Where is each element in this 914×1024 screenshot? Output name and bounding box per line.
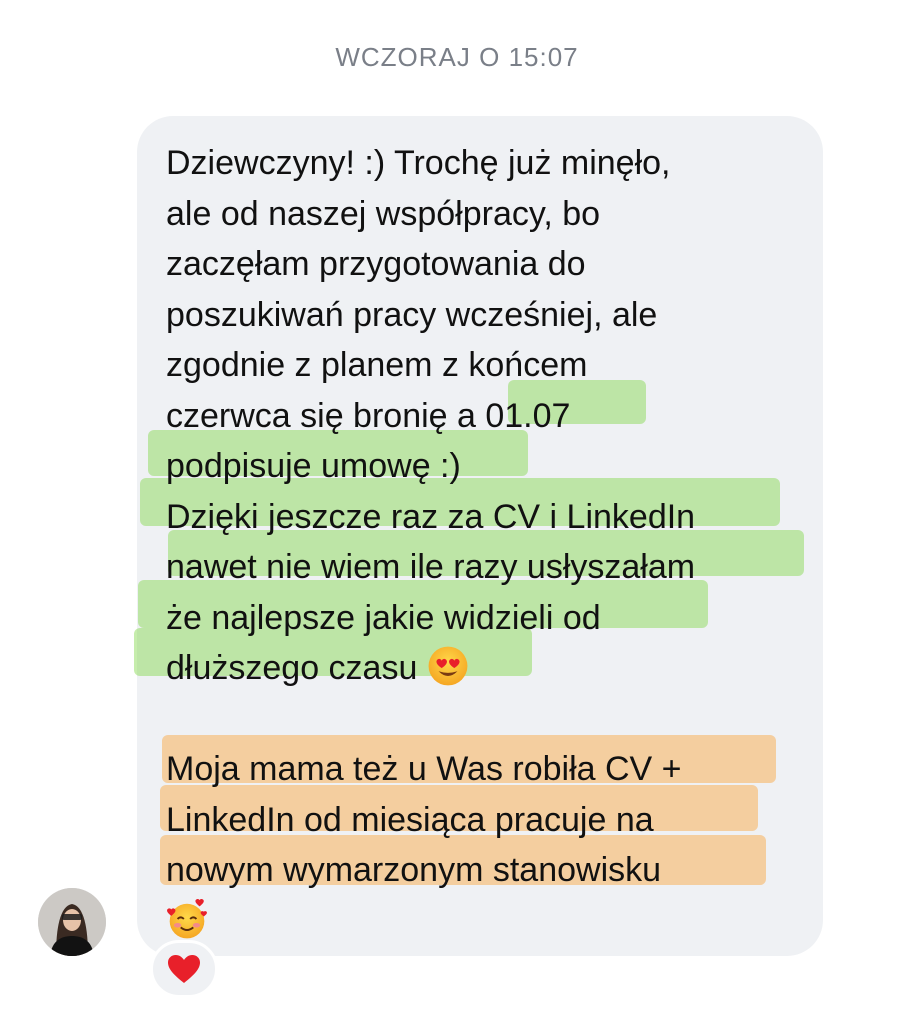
heart-eyes-emoji xyxy=(427,645,469,687)
message-line-with-emoji: dłuższego czasu xyxy=(166,643,806,694)
message-timestamp: WCZORAJ O 15:07 xyxy=(335,42,579,72)
message-line: Moja mama też u Was robiła CV + xyxy=(166,750,682,788)
message-line: ale od naszej współpracy, bo xyxy=(166,194,601,233)
message-line: Dzięki jeszcze raz za CV i LinkedIn xyxy=(166,497,696,536)
message-line: nowym wymarzonym stanowisku xyxy=(166,851,662,889)
message-line: dłuższego czasu xyxy=(166,649,418,687)
message-line: poszukiwań pracy wcześniej, ale xyxy=(166,295,658,334)
smiling-face-with-hearts-emoji xyxy=(166,898,208,940)
message-line-emoji xyxy=(166,896,806,947)
message-line: LinkedIn od miesiąca pracuje na xyxy=(166,800,654,839)
user-avatar-photo xyxy=(38,888,106,956)
message-line: zgodnie z planem z końcem xyxy=(166,346,588,384)
red-heart-icon xyxy=(168,955,200,983)
sender-avatar[interactable] xyxy=(38,888,106,956)
message-line: Dziewczyny! :) Trochę już minęło, xyxy=(166,144,671,182)
heart-reaction[interactable] xyxy=(150,940,218,998)
message-line: że najlepsze jakie widzieli od xyxy=(166,598,601,637)
message-text: Dziewczyny! :) Trochę już minęło, ale od… xyxy=(166,138,806,946)
message-line: nawet nie wiem ile razy usłyszałam xyxy=(166,548,696,586)
message-line: podpisuje umowę :) xyxy=(166,447,461,485)
message-line: zaczęłam przygotowania do xyxy=(166,245,586,283)
message-line: czerwca się bronię a 01.07 xyxy=(166,396,571,435)
